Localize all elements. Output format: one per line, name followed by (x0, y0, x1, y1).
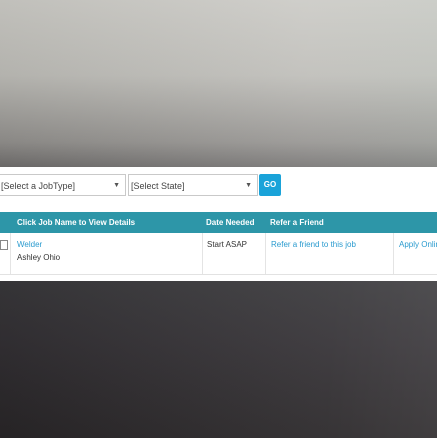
header-date-needed: Date Needed (206, 218, 255, 227)
state-select-label: [Select State] (131, 181, 185, 191)
chevron-down-icon: ▼ (113, 182, 120, 189)
background-photo-top (0, 0, 437, 167)
job-location: Ashley Ohio (17, 253, 61, 262)
go-button[interactable]: GO (259, 174, 281, 196)
cell-divider (265, 233, 266, 274)
cell-divider (10, 233, 11, 274)
job-listing-panel: [Select a JobType] ▼ [Select State] ▼ GO… (0, 167, 437, 281)
refer-friend-link[interactable]: Refer a friend to this job (271, 240, 356, 249)
job-type-select[interactable]: [Select a JobType] ▼ (0, 174, 126, 196)
table-row: Welder Ashley Ohio Start ASAP Refer a fr… (0, 233, 437, 275)
job-name-link[interactable]: Welder (17, 240, 42, 249)
cell-divider (393, 233, 394, 274)
filter-bar: [Select a JobType] ▼ [Select State] ▼ GO (0, 174, 437, 198)
apply-online-link[interactable]: Apply Online (399, 240, 437, 249)
job-type-select-label: [Select a JobType] (1, 181, 76, 191)
row-checkbox[interactable] (0, 240, 8, 250)
chevron-down-icon: ▼ (245, 182, 252, 189)
cell-divider (202, 233, 203, 274)
state-select[interactable]: [Select State] ▼ (128, 174, 258, 196)
header-job-name: Click Job Name to View Details (17, 218, 136, 227)
date-needed: Start ASAP (207, 240, 248, 249)
header-refer-friend: Refer a Friend (270, 218, 324, 227)
background-photo-bottom (0, 281, 437, 438)
table-header: Click Job Name to View Details Date Need… (0, 212, 437, 233)
